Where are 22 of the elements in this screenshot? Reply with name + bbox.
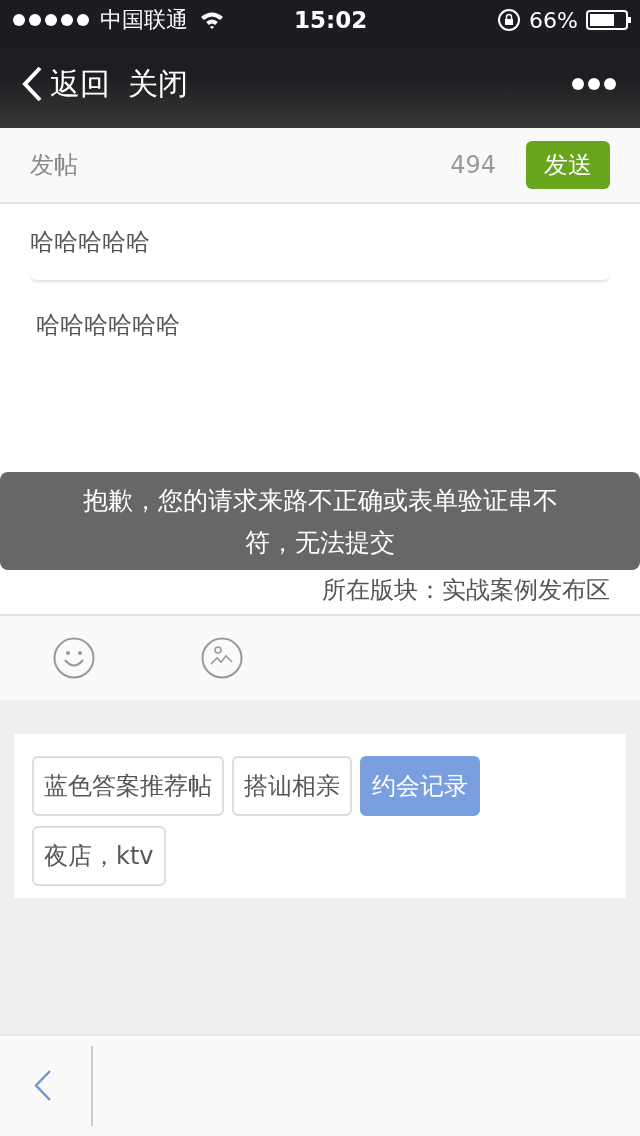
category-tag[interactable]: 蓝色答案推荐帖 bbox=[32, 756, 224, 816]
battery-percent: 66% bbox=[529, 7, 578, 33]
more-icon[interactable] bbox=[572, 78, 616, 90]
carrier-name: 中国联通 bbox=[100, 6, 188, 34]
emoji-icon[interactable] bbox=[53, 637, 95, 679]
battery-icon bbox=[586, 10, 632, 30]
signal-icon bbox=[12, 13, 92, 27]
page-title: 发帖 bbox=[30, 150, 78, 181]
category-tag[interactable]: 搭讪相亲 bbox=[232, 756, 352, 816]
back-button[interactable]: 返回 bbox=[50, 63, 110, 105]
character-count: 494 bbox=[450, 151, 496, 179]
board-label: 所在版块：实战案例发布区 bbox=[322, 575, 610, 606]
image-icon[interactable] bbox=[201, 637, 243, 679]
back-icon[interactable] bbox=[20, 65, 44, 103]
rotation-lock-icon bbox=[497, 8, 522, 32]
close-button[interactable]: 关闭 bbox=[128, 63, 188, 105]
category-tag[interactable]: 夜店，ktv bbox=[32, 826, 166, 886]
error-toast: 抱歉，您的请求来路不正确或表单验证串不符，无法提交 bbox=[0, 472, 640, 570]
wifi-icon bbox=[200, 11, 224, 29]
body-text[interactable]: 哈哈哈哈哈哈 bbox=[36, 309, 604, 341]
title-field[interactable]: 哈哈哈哈哈 bbox=[30, 204, 610, 281]
clock-time: 15:02 bbox=[294, 7, 368, 33]
